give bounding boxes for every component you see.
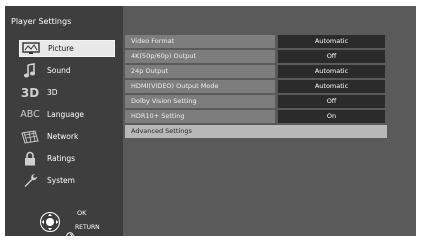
3d-icon: 3D [20,85,40,100]
setting-value[interactable]: Automatic [278,65,385,78]
setting-value[interactable]: Automatic [278,35,385,48]
sidebar-item-label: Language [47,110,85,119]
setting-label: Video Format [125,35,275,48]
sidebar-item-network[interactable]: Network [19,128,115,145]
advanced-settings-label: Advanced Settings [125,125,387,138]
sidebar-item-sound[interactable]: Sound [19,62,115,79]
sidebar-item-language[interactable]: ABC Language [19,106,115,123]
sidebar-item-system[interactable]: System [19,172,115,189]
sidebar-item-label: Network [47,132,79,141]
setting-label: 24p Output [125,65,275,78]
return-icon [66,225,74,236]
setting-value[interactable]: On [278,110,385,123]
network-icon [19,128,41,145]
sidebar-item-picture[interactable]: Picture [19,40,115,57]
sidebar-item-3d[interactable]: 3D 3D [19,84,115,101]
sidebar-item-label: 3D [47,88,58,97]
dpad-icon [35,210,65,236]
setting-label: HDR10+ Setting [125,110,275,123]
page-title: Player Settings [11,17,72,26]
music-note-icon [19,62,41,79]
sidebar-item-label: Picture [48,44,74,53]
sidebar-item-label: System [47,176,75,185]
sidebar-item-ratings[interactable]: Ratings [19,150,115,167]
setting-value[interactable]: Off [278,50,385,63]
setting-label: Dolby Vision Setting [125,95,275,108]
lock-icon [19,150,41,167]
sidebar-item-label: Sound [47,66,71,75]
setting-label: HDMI(VIDEO) Output Mode [125,80,275,93]
abc-icon: ABC [20,109,40,120]
setting-value[interactable]: Off [278,95,385,108]
back-circle-icon [16,229,24,236]
ok-hint-label: OK [77,209,87,217]
sidebar-item-label: Ratings [47,154,76,163]
wrench-icon [19,172,41,189]
player-settings-screen: Player Settings Picture Sound 3D 3D ABC … [5,6,416,236]
setting-value[interactable]: Automatic [278,80,385,93]
sidebar: Player Settings Picture Sound 3D 3D ABC … [5,6,123,236]
return-hint-label: RETURN [75,224,100,231]
picture-icon [20,40,42,57]
setting-label: 4K(50p/60p) Output [125,50,275,63]
